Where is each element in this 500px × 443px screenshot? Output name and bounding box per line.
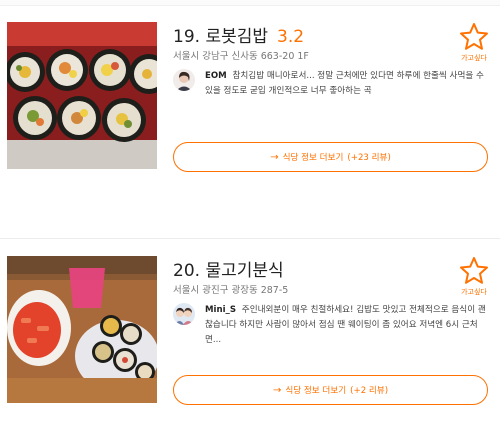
restaurant-photo[interactable] xyxy=(7,22,157,169)
restaurant-heading: 20. 물고기분식 xyxy=(173,256,284,281)
want-to-go-label: 가고싶다 xyxy=(461,288,487,296)
restaurant-title[interactable]: 19. 로봇김밥 xyxy=(173,22,268,47)
restaurant-address: 서울시 강남구 신사동 663-20 1F xyxy=(173,51,309,62)
user-avatar-icon xyxy=(173,69,195,91)
restaurant-rating: 3.2 xyxy=(277,27,305,47)
review-text: 주인내외분이 매우 친절하세요! 김밥도 맛있고 전체적으로 음식이 괜찮습니다… xyxy=(205,305,486,345)
review-text: 참치김밥 매니아로서... 정말 근처에만 있다면 하루에 한줄씩 사먹을 수 … xyxy=(205,71,484,96)
review-count: (+23 리뷰) xyxy=(347,153,391,163)
more-info-button[interactable]: → 식당 정보 더보기 (+2 리뷰) xyxy=(173,375,488,405)
restaurant-title[interactable]: 20. 물고기분식 xyxy=(173,256,284,281)
restaurant-address: 서울시 광진구 광장동 287-5 xyxy=(173,285,289,296)
review-username[interactable]: EOM xyxy=(205,71,227,81)
review-username[interactable]: Mini_S xyxy=(205,305,236,315)
avatar xyxy=(173,69,195,91)
more-info-button[interactable]: → 식당 정보 더보기 (+23 리뷰) xyxy=(173,142,488,172)
user-avatar-icon xyxy=(173,303,195,325)
top-divider xyxy=(0,0,500,6)
more-info-label: 식당 정보 더보기 xyxy=(282,153,344,163)
more-info-label: 식당 정보 더보기 xyxy=(285,386,347,396)
want-to-go-button[interactable]: 가고싶다 xyxy=(455,256,493,297)
review-snippet: EOM 참치김밥 매니아로서... 정말 근처에만 있다면 하루에 한줄씩 사먹… xyxy=(173,69,491,99)
kimbap-photo xyxy=(7,22,157,169)
want-to-go-button[interactable]: 가고싶다 xyxy=(455,22,493,63)
restaurant-photo[interactable] xyxy=(7,256,157,403)
arrow-right-icon: → xyxy=(270,151,279,163)
review-snippet: Mini_S 주인내외분이 매우 친절하세요! 김밥도 맛있고 전체적으로 음식… xyxy=(173,303,491,348)
restaurant-heading: 19. 로봇김밥 3.2 xyxy=(173,22,304,47)
star-outline-icon xyxy=(460,23,488,50)
arrow-right-icon: → xyxy=(272,384,282,396)
review-count: (+2 리뷰) xyxy=(350,386,389,396)
avatar xyxy=(173,303,195,325)
star-outline-icon xyxy=(460,257,488,284)
bunsik-photo xyxy=(7,256,157,403)
card-divider xyxy=(0,238,500,239)
want-to-go-label: 가고싶다 xyxy=(461,54,487,62)
